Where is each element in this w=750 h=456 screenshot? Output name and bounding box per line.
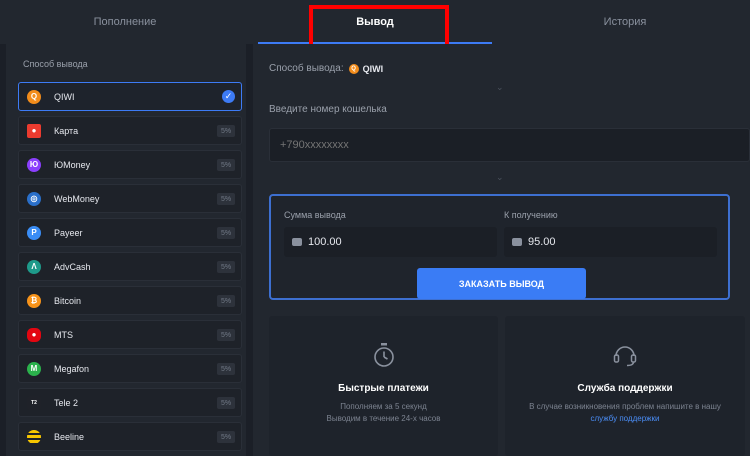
fee-badge: 5%: [217, 193, 235, 205]
method-label: ЮMoney: [54, 159, 91, 170]
tab-withdraw[interactable]: Вывод: [250, 0, 500, 44]
method-label: MTS: [54, 329, 73, 340]
yoomoney-icon: Ю: [27, 157, 41, 172]
chevron-down-icon: ⌄: [496, 82, 504, 92]
mts-icon: ●: [27, 327, 41, 342]
method-tele2[interactable]: T2 Tele 2 5%: [18, 388, 242, 417]
bitcoin-icon: ₿: [27, 293, 41, 308]
fee-badge: 5%: [217, 261, 235, 273]
fast-payments-line2: Выводим в течение 24-х часов: [326, 414, 441, 423]
withdraw-method-sidebar: Способ вывода Q QIWI ✓ ● Карта 5% Ю ЮMon…: [6, 44, 246, 456]
method-label: Bitcoin: [54, 295, 82, 306]
method-yoomoney[interactable]: Ю ЮMoney 5%: [18, 150, 242, 179]
tab-history[interactable]: История: [500, 0, 750, 44]
megafon-icon: M: [27, 361, 41, 376]
check-icon: ✓: [222, 90, 235, 103]
withdraw-form: Способ вывода: Q QIWI ⌄ Введите номер ко…: [253, 44, 750, 456]
payeer-icon: P: [27, 225, 41, 240]
amount-value: 100.00: [308, 236, 342, 248]
withdraw-calculator: Сумма вывода 100.00 К получению 95.00 ЗА…: [269, 194, 730, 300]
method-webmoney[interactable]: ◎ WebMoney 5%: [18, 184, 242, 213]
fast-payments-card: Быстрые платежи Пополняем за 5 секунд Вы…: [269, 316, 498, 456]
method-label: WebMoney: [54, 193, 100, 204]
method-label: Megafon: [54, 363, 90, 374]
sidebar-title: Способ вывода: [23, 59, 88, 69]
amount-input[interactable]: 100.00: [284, 227, 497, 257]
beeline-icon: [27, 429, 41, 444]
fee-badge: 5%: [217, 125, 235, 137]
method-label: Beeline: [54, 431, 85, 442]
method-beeline[interactable]: Beeline 5%: [18, 422, 242, 451]
method-label: AdvCash: [54, 261, 91, 272]
webmoney-icon: ◎: [27, 191, 41, 206]
tele2-icon: T2: [27, 395, 41, 410]
selected-method-label: Способ вывода:: [269, 63, 344, 74]
qiwi-icon: Q: [348, 63, 359, 74]
receive-value: 95.00: [528, 236, 556, 248]
method-list: Q QIWI ✓ ● Карта 5% Ю ЮMoney 5% ◎ WebMon…: [18, 82, 242, 456]
tab-bar: Пополнение Вывод История: [0, 0, 750, 44]
fee-badge: 5%: [217, 363, 235, 375]
method-advcash[interactable]: Λ AdvCash 5%: [18, 252, 242, 281]
fast-payments-line1: Пополняем за 5 секунд: [340, 402, 427, 411]
support-title: Служба поддержки: [577, 383, 673, 394]
fast-payments-title: Быстрые платежи: [338, 383, 429, 394]
fee-badge: 5%: [217, 397, 235, 409]
method-label: Payeer: [54, 227, 83, 238]
qiwi-icon: Q: [27, 89, 41, 104]
wallet-label: Введите номер кошелька: [269, 104, 387, 115]
chevron-down-icon: ⌄: [496, 172, 504, 182]
fee-badge: 5%: [217, 431, 235, 443]
method-qiwi[interactable]: Q QIWI ✓: [18, 82, 242, 111]
receive-label: К получению: [504, 210, 558, 220]
headset-icon: [612, 342, 638, 373]
method-card[interactable]: ● Карта 5%: [18, 116, 242, 145]
fee-badge: 5%: [217, 159, 235, 171]
method-payeer[interactable]: P Payeer 5%: [18, 218, 242, 247]
method-bitcoin[interactable]: ₿ Bitcoin 5%: [18, 286, 242, 315]
fee-badge: 5%: [217, 295, 235, 307]
amount-label: Сумма вывода: [284, 210, 346, 220]
advcash-icon: Λ: [27, 259, 41, 274]
support-link[interactable]: службу поддержки: [505, 414, 745, 423]
card-icon: ●: [27, 123, 41, 138]
selected-method-value: QIWI: [362, 63, 384, 74]
coins-icon: [292, 238, 302, 246]
method-mts[interactable]: ● MTS 5%: [18, 320, 242, 349]
order-withdraw-button[interactable]: ЗАКАЗАТЬ ВЫВОД: [417, 268, 586, 299]
receive-field: 95.00: [504, 227, 717, 257]
selected-method-line: Способ вывода: Q QIWI: [269, 63, 383, 74]
fee-badge: 5%: [217, 227, 235, 239]
method-megafon[interactable]: M Megafon 5%: [18, 354, 242, 383]
method-label: QIWI: [54, 91, 75, 102]
support-text: В случае возникновения проблем напишите …: [529, 402, 721, 411]
stopwatch-icon: [372, 342, 396, 373]
method-label: Карта: [54, 125, 79, 136]
method-label: Tele 2: [54, 397, 79, 408]
fee-badge: 5%: [217, 329, 235, 341]
coins-icon: [512, 238, 522, 246]
support-card: Служба поддержки В случае возникновения …: [505, 316, 745, 456]
wallet-input[interactable]: [269, 128, 750, 162]
tab-deposit[interactable]: Пополнение: [0, 0, 250, 44]
